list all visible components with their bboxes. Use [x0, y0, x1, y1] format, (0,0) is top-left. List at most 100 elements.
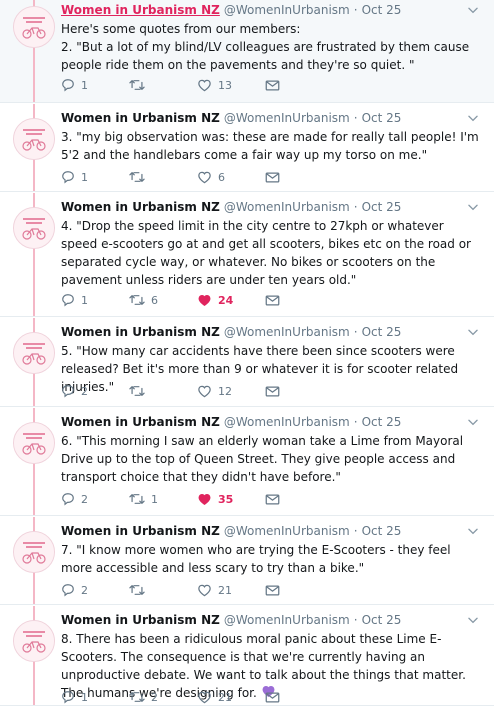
reply-icon: [61, 583, 81, 597]
avatar-logo: [14, 208, 54, 248]
like-button[interactable]: 13: [197, 78, 265, 92]
caret-down-icon[interactable]: [466, 324, 480, 338]
avatar[interactable]: [13, 6, 55, 48]
tweet-card[interactable]: Women in Urbanism NZ @WomenInUrbanism · Oct…: [0, 517, 494, 605]
retweet-button[interactable]: [129, 78, 197, 92]
author-name[interactable]: Women in Urbanism NZ: [61, 2, 220, 18]
direct-message-button[interactable]: [265, 385, 333, 398]
reply-button[interactable]: 2: [61, 492, 129, 506]
direct-message-button[interactable]: [265, 79, 333, 92]
avatar[interactable]: [13, 118, 55, 160]
author-handle[interactable]: @WomenInUrbanism: [224, 414, 350, 430]
tweet-date[interactable]: Oct 25: [362, 523, 402, 539]
tweet-text: 7. "I know more women who are trying the…: [61, 541, 480, 577]
retweet-icon: [129, 583, 151, 597]
like-button[interactable]: 35: [197, 492, 265, 506]
reply-button[interactable]: 1: [61, 170, 129, 184]
author-handle[interactable]: @WomenInUrbanism: [224, 523, 350, 539]
tweet-text: 3. "my big observation was: these are ma…: [61, 128, 480, 164]
tweet-card[interactable]: Women in Urbanism NZ @WomenInUrbanism · Oct…: [0, 408, 494, 516]
caret-down-icon[interactable]: [466, 199, 480, 213]
author-name[interactable]: Women in Urbanism NZ: [61, 612, 220, 628]
tweet-date[interactable]: Oct 25: [362, 414, 402, 430]
tweet-body: Women in Urbanism NZ @WomenInUrbanism · Oct…: [61, 2, 480, 102]
tweet-text: 4. "Drop the speed limit in the city cen…: [61, 217, 480, 289]
retweet-icon: [129, 170, 151, 184]
author-handle[interactable]: @WomenInUrbanism: [224, 324, 350, 340]
tweet-actions: 16: [61, 170, 333, 184]
tweet-card[interactable]: Women in Urbanism NZ @WomenInUrbanism · Oct…: [0, 104, 494, 192]
retweet-button[interactable]: 1: [129, 492, 197, 506]
tweet-card[interactable]: Women in Urbanism NZ @WomenInUrbanism · Oct…: [0, 0, 494, 103]
reply-button[interactable]: 1: [61, 78, 129, 92]
reply-icon: [61, 690, 81, 704]
direct-message-button[interactable]: [265, 493, 333, 506]
avatar[interactable]: [13, 531, 55, 573]
reply-button[interactable]: 2: [61, 384, 129, 398]
author-name[interactable]: Women in Urbanism NZ: [61, 324, 220, 340]
tweet-card[interactable]: Women in Urbanism NZ @WomenInUrbanism · Oct…: [0, 193, 494, 317]
caret-down-icon[interactable]: [466, 612, 480, 626]
tweet-actions: 2 12: [61, 384, 333, 398]
author-handle[interactable]: @WomenInUrbanism: [224, 612, 350, 628]
like-icon: [197, 492, 218, 506]
replies-count: 2: [81, 583, 88, 597]
retweet-button[interactable]: [129, 170, 197, 184]
tweet-header: Women in Urbanism NZ @WomenInUrbanism · Oct…: [61, 324, 480, 340]
retweet-button[interactable]: [129, 583, 197, 597]
retweets-count: 2: [151, 690, 158, 704]
caret-down-icon[interactable]: [466, 414, 480, 428]
reply-button[interactable]: 1: [61, 293, 129, 307]
tweet-header: Women in Urbanism NZ @WomenInUrbanism · Oct…: [61, 612, 480, 628]
like-button[interactable]: 24: [197, 293, 265, 307]
avatar[interactable]: [13, 620, 55, 662]
tweet-header: Women in Urbanism NZ @WomenInUrbanism · Oct…: [61, 2, 480, 18]
reply-button[interactable]: 1: [61, 690, 129, 704]
author-handle[interactable]: @WomenInUrbanism: [224, 110, 350, 126]
retweet-button[interactable]: [129, 384, 197, 398]
like-button[interactable]: 21: [197, 583, 265, 597]
tweet-actions: 1 2 21: [61, 690, 333, 704]
avatar[interactable]: [13, 422, 55, 464]
retweet-button[interactable]: 2: [129, 690, 197, 704]
tweet-text-content: 4. "Drop the speed limit in the city cen…: [61, 219, 471, 287]
direct-message-button[interactable]: [265, 171, 333, 184]
likes-count: 13: [218, 78, 232, 92]
caret-down-icon[interactable]: [466, 523, 480, 537]
author-name[interactable]: Women in Urbanism NZ: [61, 523, 220, 539]
tweet-card[interactable]: Women in Urbanism NZ @WomenInUrbanism · Oct…: [0, 606, 494, 706]
tweet-date[interactable]: Oct 25: [362, 324, 402, 340]
direct-message-button[interactable]: [265, 691, 333, 704]
like-button[interactable]: 21: [197, 690, 265, 704]
tweet-date[interactable]: Oct 25: [362, 2, 402, 18]
direct-message-button[interactable]: [265, 584, 333, 597]
retweet-icon: [129, 492, 151, 506]
tweet-header: Women in Urbanism NZ @WomenInUrbanism · Oct…: [61, 199, 480, 215]
like-button[interactable]: 12: [197, 384, 265, 398]
author-handle[interactable]: @WomenInUrbanism: [224, 199, 350, 215]
dm-icon: [265, 79, 286, 92]
retweets-count: 6: [151, 293, 158, 307]
tweet-date[interactable]: Oct 25: [362, 199, 402, 215]
author-name[interactable]: Women in Urbanism NZ: [61, 414, 220, 430]
like-button[interactable]: 6: [197, 170, 265, 184]
tweet-card[interactable]: Women in Urbanism NZ @WomenInUrbanism · Oct…: [0, 318, 494, 407]
tweet-date[interactable]: Oct 25: [362, 612, 402, 628]
retweet-icon: [129, 384, 151, 398]
avatar[interactable]: [13, 207, 55, 249]
reply-button[interactable]: 2: [61, 583, 129, 597]
avatar-logo: [14, 621, 54, 661]
direct-message-button[interactable]: [265, 294, 333, 307]
caret-down-icon[interactable]: [466, 2, 480, 16]
avatar[interactable]: [13, 332, 55, 374]
tweet-date[interactable]: Oct 25: [362, 110, 402, 126]
tweet-body: Women in Urbanism NZ @WomenInUrbanism · Oct…: [61, 110, 480, 191]
caret-down-icon[interactable]: [466, 110, 480, 124]
tweet-text-content: 7. "I know more women who are trying the…: [61, 543, 451, 575]
author-handle[interactable]: @WomenInUrbanism: [224, 2, 350, 18]
author-name[interactable]: Women in Urbanism NZ: [61, 199, 220, 215]
retweet-button[interactable]: 6: [129, 293, 197, 307]
tweet-actions: 1 13: [61, 78, 333, 92]
tweet-body: Women in Urbanism NZ @WomenInUrbanism · Oct…: [61, 612, 480, 705]
author-name[interactable]: Women in Urbanism NZ: [61, 110, 220, 126]
